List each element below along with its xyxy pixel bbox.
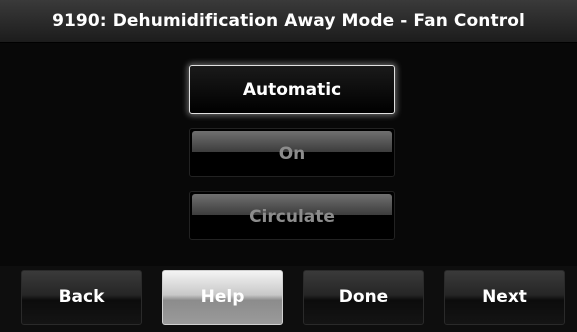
option-automatic-label: Automatic bbox=[242, 80, 342, 100]
done-button[interactable]: Done bbox=[303, 270, 424, 325]
option-automatic-button[interactable]: Automatic bbox=[189, 65, 395, 114]
option-on-button[interactable]: On bbox=[189, 128, 395, 177]
option-on-label: On bbox=[278, 144, 306, 164]
thermostat-screen: 9190: Dehumidification Away Mode - Fan C… bbox=[0, 0, 577, 332]
option-circulate-label: Circulate bbox=[249, 207, 335, 227]
back-button[interactable]: Back bbox=[21, 270, 142, 325]
option-circulate-button[interactable]: Circulate bbox=[189, 191, 395, 240]
page-title: 9190: Dehumidification Away Mode - Fan C… bbox=[0, 0, 577, 43]
help-button[interactable]: Help bbox=[162, 270, 283, 325]
next-button[interactable]: Next bbox=[444, 270, 565, 325]
